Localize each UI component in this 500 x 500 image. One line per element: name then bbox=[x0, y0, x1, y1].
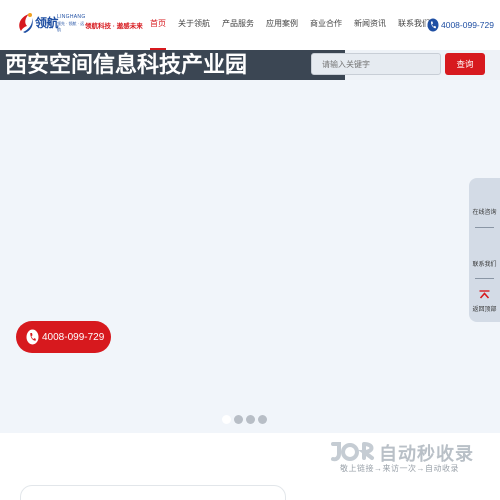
nav-item-1[interactable]: 关于领航 bbox=[178, 0, 210, 50]
watermark-logo-icon bbox=[331, 442, 374, 462]
phone-pill[interactable]: 4008-099-729 bbox=[16, 321, 111, 353]
nav-item-4[interactable]: 商业合作 bbox=[310, 0, 342, 50]
header-hotline[interactable]: 4008-099-729 bbox=[427, 17, 494, 33]
contact-us-button[interactable]: 联系我们 bbox=[469, 259, 500, 268]
banner-title: 西安空间信息科技产业园 bbox=[5, 52, 248, 77]
phone-icon bbox=[427, 18, 439, 32]
logo-name: 领航 bbox=[35, 16, 59, 30]
nav-item-5[interactable]: 新闻资讯 bbox=[354, 0, 386, 50]
nav-item-2[interactable]: 产品服务 bbox=[222, 0, 254, 50]
logo[interactable]: 领航 LINGHANG 领先 · 领航 · 远航 bbox=[17, 11, 87, 35]
carousel-dots bbox=[222, 415, 267, 424]
nav-item-6[interactable]: 联系我们 bbox=[398, 0, 430, 50]
carousel-dot[interactable] bbox=[258, 415, 267, 424]
nav-item-0[interactable]: 首页 bbox=[150, 0, 166, 50]
hero-banner: 西安空间信息科技产业园 查询 4008-099-729 bbox=[0, 50, 500, 433]
watermark: 自动秒收录 敬上链接→来访一次→自动收录 bbox=[330, 440, 480, 480]
hotline-number: 4008-099-729 bbox=[441, 20, 494, 30]
float-divider bbox=[475, 227, 494, 228]
float-divider bbox=[475, 278, 494, 279]
logo-sub: 领先 · 领航 · 远航 bbox=[57, 21, 85, 32]
phone-icon bbox=[26, 329, 39, 345]
carousel-dot[interactable] bbox=[246, 415, 255, 424]
site-header: 领航 LINGHANG 领先 · 领航 · 远航 领航科技 · 遨感未来 首页关… bbox=[0, 0, 500, 50]
phone-pill-number: 4008-099-729 bbox=[42, 331, 105, 343]
search-input[interactable] bbox=[311, 53, 441, 75]
carousel-dot[interactable] bbox=[234, 415, 243, 424]
content-card bbox=[20, 485, 286, 500]
float-toolbar: 在线咨询 联系我们 返回顶部 bbox=[469, 178, 500, 322]
slogan: 领航科技 · 遨感未来 bbox=[85, 23, 143, 30]
search-button[interactable]: 查询 bbox=[445, 53, 485, 75]
logo-mark-icon bbox=[19, 13, 33, 33]
logo-en: LINGHANG bbox=[57, 14, 86, 20]
page: 领航 LINGHANG 领先 · 领航 · 远航 领航科技 · 遨感未来 首页关… bbox=[0, 0, 500, 500]
nav-item-3[interactable]: 应用案例 bbox=[266, 0, 298, 50]
main-nav: 首页 关于领航 产品服务 应用案例 商业合作 新闻资讯 联系我们 bbox=[150, 0, 430, 50]
carousel-dot[interactable] bbox=[222, 415, 231, 424]
watermark-subtitle: 敬上链接→来访一次→自动收录 bbox=[340, 464, 459, 473]
back-to-top-icon[interactable] bbox=[479, 290, 490, 299]
online-consult-button[interactable]: 在线咨询 bbox=[469, 207, 500, 216]
back-to-top-button[interactable]: 返回顶部 bbox=[469, 304, 500, 313]
